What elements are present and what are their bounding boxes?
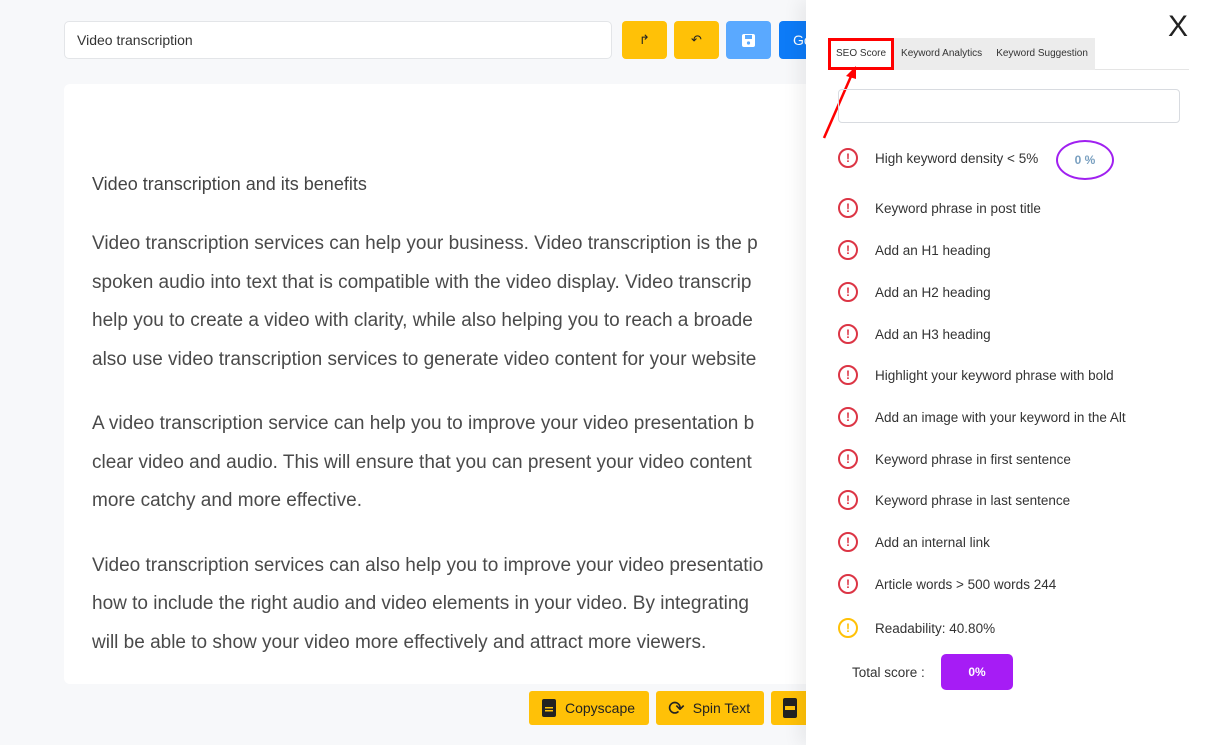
tab-keyword-suggestion[interactable]: Keyword Suggestion: [989, 38, 1095, 70]
save-button[interactable]: [726, 21, 771, 59]
check-item: ! Article words > 500 words 244: [838, 574, 1056, 594]
error-icon: !: [838, 282, 858, 302]
error-icon: !: [838, 365, 858, 385]
redo-button[interactable]: ↱: [622, 21, 667, 59]
paragraph: Video transcription services can help yo…: [92, 233, 758, 370]
editor-heading: Video transcription and its benefits: [92, 174, 367, 194]
density-value: 0 %: [1056, 140, 1114, 180]
check-item: ! Keyword phrase in post title: [838, 198, 1041, 218]
redo-icon: ↱: [639, 32, 650, 47]
check-item: ! Add an H3 heading: [838, 324, 991, 344]
total-score-badge: 0%: [941, 654, 1013, 690]
keyword-input[interactable]: [838, 89, 1180, 123]
error-icon: !: [838, 490, 858, 510]
error-icon: !: [838, 574, 858, 594]
save-icon: [742, 33, 755, 47]
document-icon: [542, 699, 556, 717]
paragraph: A video transcription service can help y…: [92, 413, 755, 511]
error-icon: !: [838, 148, 858, 168]
check-item: ! Readability: 40.80%: [838, 618, 995, 638]
copyscape-button[interactable]: Copyscape: [529, 691, 649, 725]
editor[interactable]: Video transcription and its benefits Vid…: [64, 84, 824, 684]
panel-tabs: SEO Score Keyword Analytics Keyword Sugg…: [828, 38, 1189, 70]
warning-icon: !: [838, 618, 858, 638]
paragraph: Video transcription services can also he…: [92, 554, 764, 653]
error-icon: !: [838, 198, 858, 218]
check-item: ! Add an H2 heading: [838, 282, 991, 302]
doc-file-icon: [783, 698, 797, 718]
check-item: ! Keyword phrase in last sentence: [838, 490, 1070, 510]
error-icon: !: [838, 324, 858, 344]
error-icon: !: [838, 240, 858, 260]
seo-panel: X SEO Score Keyword Analytics Keyword Su…: [806, 0, 1207, 745]
doc-export-button[interactable]: [771, 691, 811, 725]
undo-button[interactable]: ↶: [674, 21, 719, 59]
sync-icon: ⟳: [668, 697, 685, 720]
check-item: ! Add an H1 heading: [838, 240, 991, 260]
check-item: ! Keyword phrase in first sentence: [838, 449, 1071, 469]
check-item: ! High keyword density < 5%: [838, 148, 1038, 168]
check-item: ! Add an image with your keyword in the A…: [838, 407, 1126, 427]
error-icon: !: [838, 407, 858, 427]
title-input[interactable]: Video transcription: [64, 21, 612, 59]
error-icon: !: [838, 532, 858, 552]
tab-keyword-analytics[interactable]: Keyword Analytics: [894, 38, 990, 70]
undo-icon: ↶: [691, 32, 702, 47]
check-item: ! Highlight your keyword phrase with bold: [838, 365, 1114, 385]
check-item: ! Add an internal link: [838, 532, 990, 552]
total-score-label: Total score :: [852, 665, 925, 680]
spin-text-button[interactable]: ⟳ Spin Text: [656, 691, 764, 725]
error-icon: !: [838, 449, 858, 469]
